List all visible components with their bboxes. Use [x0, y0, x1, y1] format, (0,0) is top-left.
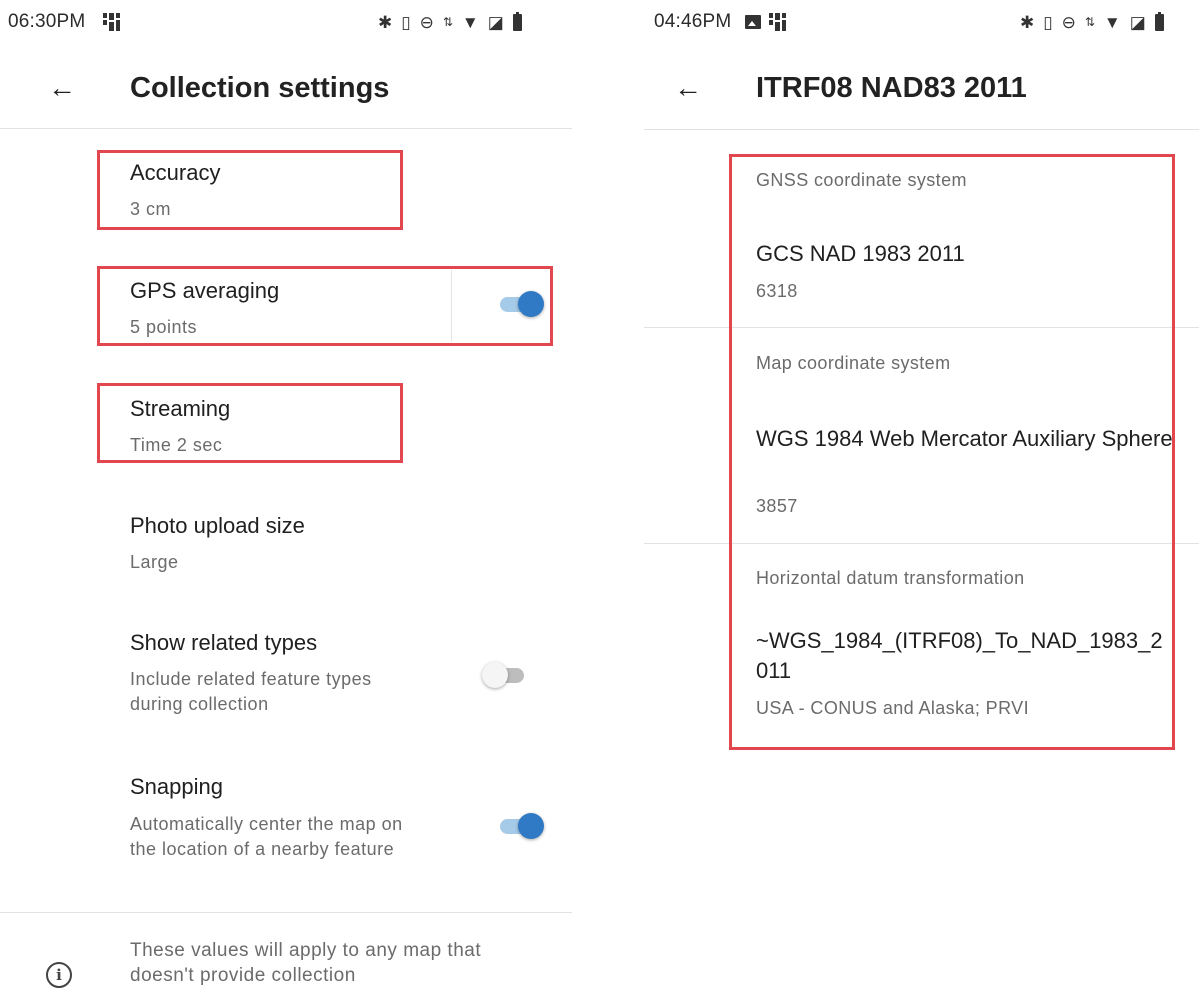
page-title: Collection settings [130, 72, 390, 104]
setting-description: Automatically center the map on the loca… [130, 814, 403, 859]
data-arrows-icon: ⇅ [1084, 15, 1095, 29]
header-divider [0, 128, 572, 129]
battery-icon [1154, 11, 1164, 31]
status-icons: ✱ ▯ ⊖ ⇅ ▼ ◪ [1020, 11, 1164, 32]
nfc-icon [769, 13, 787, 31]
setting-title: Streaming [130, 396, 231, 421]
setting-value: 5 points [130, 317, 198, 337]
image-icon [745, 15, 762, 29]
setting-title: Show related types [130, 630, 318, 655]
section-label: Horizontal datum transformation [756, 568, 1025, 588]
info-icon: i [46, 962, 72, 988]
section-divider [644, 543, 1199, 544]
footer-note: These values will apply to any map that … [130, 940, 482, 986]
header-divider [644, 129, 1199, 130]
do-not-disturb-icon: ⊖ [1061, 12, 1076, 32]
gps-averaging-toggle[interactable] [494, 291, 544, 317]
collection-settings-screen: 06:30PM ✱ ▯ ⊖ ⇅ ▼ ◪ ← Collection setting… [0, 0, 596, 989]
section-divider [644, 327, 1199, 328]
toggle-separator [451, 270, 452, 342]
show-related-types-toggle[interactable] [482, 662, 532, 688]
setting-value: Large [130, 552, 179, 572]
setting-title: Snapping [130, 774, 223, 799]
coordinate-system-name: WGS 1984 Web Mercator Auxiliary Sphere [756, 426, 1173, 451]
status-bar: 04:46PM ✱ ▯ ⊖ ⇅ ▼ ◪ [654, 8, 1199, 36]
transformation-area: USA - CONUS and Alaska; PRVI [756, 698, 1029, 718]
status-icons: ✱ ▯ ⊖ ⇅ ▼ ◪ [378, 11, 522, 32]
coordinate-system-screen: 04:46PM ✱ ▯ ⊖ ⇅ ▼ ◪ ← ITRF08 NAD83 2011 … [644, 0, 1199, 989]
snapping-toggle[interactable] [494, 813, 544, 839]
back-arrow-icon[interactable]: ← [674, 72, 702, 104]
data-arrows-icon: ⇅ [442, 15, 453, 29]
nfc-icon [103, 13, 121, 31]
status-time: 06:30PM [8, 11, 86, 32]
vibrate-icon: ▯ [1043, 12, 1053, 32]
setting-value: 3 cm [130, 199, 172, 219]
vibrate-icon: ▯ [401, 12, 411, 32]
no-sim-icon: ◪ [1129, 12, 1146, 32]
back-arrow-icon[interactable]: ← [48, 72, 76, 104]
setting-title: Photo upload size [130, 513, 305, 538]
bluetooth-icon: ✱ [378, 12, 393, 32]
section-label: Map coordinate system [756, 353, 951, 373]
battery-icon [512, 11, 522, 31]
coordinate-system-name: GCS NAD 1983 2011 [756, 241, 965, 266]
setting-description: Include related feature types during col… [130, 669, 372, 714]
footer-divider [0, 912, 572, 913]
bluetooth-icon: ✱ [1020, 12, 1035, 32]
no-sim-icon: ◪ [487, 12, 504, 32]
status-bar: 06:30PM ✱ ▯ ⊖ ⇅ ▼ ◪ [8, 8, 588, 36]
page-title: ITRF08 NAD83 2011 [756, 72, 1027, 104]
setting-title: GPS averaging [130, 278, 280, 303]
setting-value: Time 2 sec [130, 435, 223, 455]
wkid-code: 3857 [756, 496, 798, 516]
do-not-disturb-icon: ⊖ [419, 12, 434, 32]
wkid-code: 6318 [756, 281, 798, 301]
transformation-name: ~WGS_1984_(ITRF08)_To_NAD_1983_2011 [756, 628, 1163, 683]
wifi-icon: ▼ [461, 12, 479, 32]
section-label: GNSS coordinate system [756, 170, 967, 190]
setting-title: Accuracy [130, 160, 221, 185]
wifi-icon: ▼ [1103, 12, 1121, 32]
status-time: 04:46PM [654, 11, 732, 32]
